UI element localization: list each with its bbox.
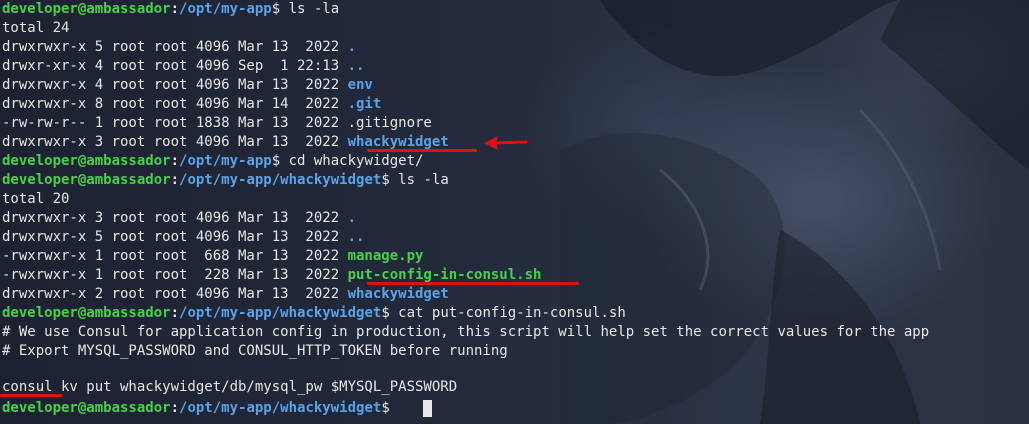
output-line: total 20 <box>2 191 70 207</box>
dir-name: env <box>347 77 373 93</box>
exec-name: manage.py <box>347 248 424 264</box>
command-text: cat put-config-in-consul.sh <box>398 305 626 321</box>
output-line: # Export MYSQL_PASSWORD and CONSUL_HTTP_… <box>2 343 508 359</box>
output-line: consul kv put whackywidget/db/mysql_pw $… <box>2 379 458 395</box>
exec-name-highlighted: put-config-in-consul.sh <box>347 267 542 283</box>
list-item: drwxrwxr-x 3 root root 4096 Mar 13 2022 … <box>2 210 357 226</box>
dir-name-highlighted: whackywidget <box>347 134 449 150</box>
dir-name: whackywidget <box>347 286 449 302</box>
list-item: drwxrwxr-x 8 root root 4096 Mar 14 2022 … <box>2 96 382 112</box>
dir-name: .git <box>347 96 382 112</box>
prompt-line: developer@ambassador:/opt/my-app$ cd wha… <box>2 153 424 169</box>
dir-name: . <box>347 39 357 55</box>
list-item: drwxrwxr-x 5 root root 4096 Mar 13 2022 … <box>2 39 357 55</box>
prompt-line: developer@ambassador:/opt/my-app/whackyw… <box>2 172 449 188</box>
list-item: drwxrwxr-x 4 root root 4096 Mar 13 2022 … <box>2 77 373 93</box>
annotation-underline-consul-kv <box>0 394 62 397</box>
annotation-arrow-icon <box>484 136 528 150</box>
prompt-path: /opt/my-app/whackywidget <box>179 305 382 321</box>
dir-name: . <box>347 210 357 226</box>
prompt-path: /opt/my-app/whackywidget <box>179 400 382 416</box>
dir-name: .. <box>347 58 365 74</box>
terminal-cursor <box>423 400 432 417</box>
prompt-path: /opt/my-app/whackywidget <box>179 172 382 188</box>
dir-name: .. <box>347 229 365 245</box>
annotation-underline-script <box>367 282 579 285</box>
prompt-path: /opt/my-app <box>179 153 272 169</box>
prompt-line: developer@ambassador:/opt/my-app/whackyw… <box>2 400 399 416</box>
command-text: ls -la <box>398 172 449 188</box>
prompt-path: /opt/my-app <box>179 1 272 17</box>
terminal-window[interactable]: developer@ambassador:/opt/my-app$ ls -la… <box>0 0 1029 424</box>
prompt-user: developer@ambassador <box>2 1 171 17</box>
prompt-line: developer@ambassador:/opt/my-app/whackyw… <box>2 305 626 321</box>
list-item: drwxrwxr-x 2 root root 4096 Mar 13 2022 … <box>2 286 449 302</box>
list-item: -rw-rw-r-- 1 root root 1838 Mar 13 2022 … <box>2 115 432 131</box>
command-text: ls -la <box>288 1 340 17</box>
list-item: -rwxrwxr-x 1 root root 668 Mar 13 2022 m… <box>2 248 424 264</box>
command-text: cd whackywidget/ <box>288 153 424 169</box>
list-item: drwxr-xr-x 4 root root 4096 Sep 1 22:13 … <box>2 58 365 74</box>
prompt-line: developer@ambassador:/opt/my-app$ ls -la <box>2 1 340 17</box>
annotation-underline-whackywidget <box>367 149 477 152</box>
output-line: total 24 <box>2 20 70 36</box>
file-name: .gitignore <box>347 115 432 131</box>
output-line: # We use Consul for application config i… <box>2 324 930 340</box>
list-item: drwxrwxr-x 5 root root 4096 Mar 13 2022 … <box>2 229 365 245</box>
